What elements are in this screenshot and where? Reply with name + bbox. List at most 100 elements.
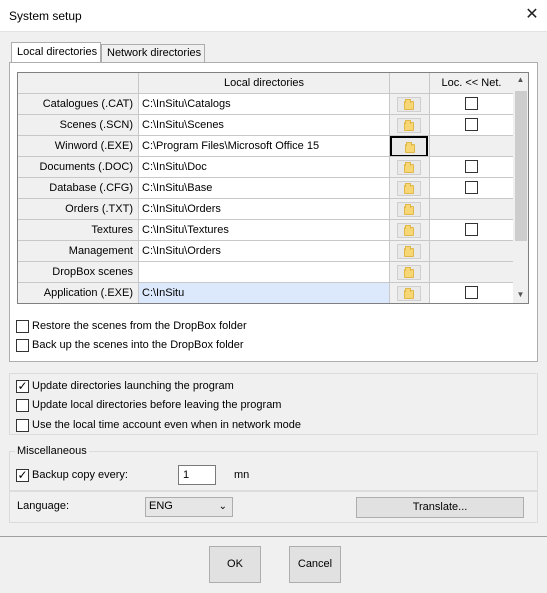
sync-checkbox[interactable]: [465, 118, 478, 131]
directory-path-cell[interactable]: C:\Program Files\Microsoft Office 15: [139, 136, 390, 157]
sync-cell: [430, 115, 514, 136]
sync-checkbox[interactable]: [465, 223, 478, 236]
sync-checkbox[interactable]: [465, 286, 478, 299]
chevron-down-icon: ⌄: [218, 501, 227, 512]
update-launch-checkbox[interactable]: ✓: [16, 380, 29, 393]
restore-dropbox-label: Restore the scenes from the DropBox fold…: [32, 320, 247, 332]
directory-path-cell[interactable]: C:\InSitu\Orders: [139, 199, 390, 220]
sync-cell: [430, 157, 514, 178]
directory-path-cell[interactable]: [139, 262, 390, 283]
row-label: DropBox scenes: [18, 262, 139, 283]
window-title: System setup: [9, 9, 82, 23]
scroll-up-icon[interactable]: ▲: [513, 75, 528, 84]
browse-folder-button[interactable]: [397, 202, 421, 217]
language-label: Language:: [17, 500, 69, 512]
browse-folder-button[interactable]: [397, 223, 421, 238]
local-time-label: Use the local time account even when in …: [32, 419, 302, 431]
sync-cell: [430, 136, 514, 157]
backup-copy-checkbox[interactable]: ✓: [16, 469, 29, 482]
directory-path-cell[interactable]: C:\InSitu\Textures: [139, 220, 390, 241]
check-icon: ✓: [17, 468, 28, 482]
row-label: Management: [18, 241, 139, 262]
directory-path-cell[interactable]: C:\InSitu\Scenes: [139, 115, 390, 136]
sync-checkbox[interactable]: [465, 160, 478, 173]
row-label: Application (.EXE): [18, 283, 139, 303]
backup-copy-label: Backup copy every:: [32, 469, 128, 481]
folder-icon: [404, 288, 414, 299]
backup-dropbox-label: Back up the scenes into the DropBox fold…: [32, 339, 244, 351]
browse-folder-button[interactable]: [390, 136, 428, 156]
browse-folder-cell: [390, 115, 430, 136]
title-bar: System setup ✕: [0, 0, 547, 32]
column-header-folder: [390, 73, 430, 94]
directory-path-cell[interactable]: C:\InSitu\Orders: [139, 241, 390, 262]
tab-local-directories[interactable]: Local directories: [11, 42, 101, 62]
folder-icon: [404, 162, 414, 173]
folder-icon: [404, 183, 414, 194]
local-time-checkbox[interactable]: [16, 419, 29, 432]
close-icon[interactable]: ✕: [520, 4, 544, 26]
folder-icon: [405, 142, 415, 153]
browse-folder-cell: [390, 262, 430, 283]
separator: [0, 536, 547, 537]
sync-cell: [430, 94, 514, 115]
translate-button[interactable]: Translate...: [356, 497, 524, 518]
browse-folder-button[interactable]: [397, 265, 421, 280]
sync-checkbox[interactable]: [465, 97, 478, 110]
directory-path-cell[interactable]: C:\InSitu\Catalogs: [139, 94, 390, 115]
sync-cell: [430, 178, 514, 199]
ok-button[interactable]: OK: [209, 546, 261, 583]
directory-path-cell[interactable]: C:\InSitu\Base: [139, 178, 390, 199]
folder-icon: [404, 225, 414, 236]
backup-dropbox-checkbox[interactable]: [16, 339, 29, 352]
directory-path-cell[interactable]: C:\InSitu\Doc: [139, 157, 390, 178]
browse-folder-cell: [390, 220, 430, 241]
grid-corner: [18, 73, 139, 94]
tab-local-directories-label: Local directories: [17, 46, 98, 58]
browse-folder-cell: [390, 136, 430, 157]
tab-network-directories-label: Network directories: [107, 47, 202, 59]
browse-folder-button[interactable]: [397, 97, 421, 112]
browse-folder-button[interactable]: [397, 181, 421, 196]
folder-icon: [404, 246, 414, 257]
row-label: Textures: [18, 220, 139, 241]
row-label: Winword (.EXE): [18, 136, 139, 157]
sync-cell: [430, 199, 514, 220]
folder-icon: [404, 120, 414, 131]
directories-grid: Local directories Loc. << Net. Catalogue…: [17, 72, 529, 304]
browse-folder-button[interactable]: [397, 118, 421, 133]
sync-cell: [430, 262, 514, 283]
sync-cell: [430, 283, 514, 303]
browse-folder-cell: [390, 157, 430, 178]
language-select[interactable]: ENG ⌄: [145, 497, 233, 517]
restore-dropbox-checkbox[interactable]: [16, 320, 29, 333]
miscellaneous-label: Miscellaneous: [15, 445, 89, 457]
cancel-button[interactable]: Cancel: [289, 546, 341, 583]
tab-network-directories[interactable]: Network directories: [101, 44, 205, 62]
update-leave-checkbox[interactable]: [16, 399, 29, 412]
browse-folder-cell: [390, 241, 430, 262]
browse-folder-button[interactable]: [397, 160, 421, 175]
sync-cell: [430, 241, 514, 262]
directory-path-cell[interactable]: C:\InSitu: [139, 283, 390, 303]
backup-interval-input[interactable]: 1: [178, 465, 216, 485]
row-label: Catalogues (.CAT): [18, 94, 139, 115]
grid-scrollbar-thumb[interactable]: [515, 91, 527, 241]
browse-folder-button[interactable]: [397, 244, 421, 259]
check-icon: ✓: [17, 379, 28, 393]
scroll-down-icon[interactable]: ▼: [513, 290, 528, 299]
row-label: Scenes (.SCN): [18, 115, 139, 136]
browse-folder-button[interactable]: [397, 286, 421, 301]
sync-checkbox[interactable]: [465, 181, 478, 194]
update-launch-label: Update directories launching the program: [32, 380, 234, 392]
backup-unit-label: mn: [234, 469, 250, 481]
row-label: Orders (.TXT): [18, 199, 139, 220]
update-leave-label: Update local directories before leaving …: [32, 399, 282, 411]
browse-folder-cell: [390, 178, 430, 199]
row-label: Documents (.DOC): [18, 157, 139, 178]
folder-icon: [404, 204, 414, 215]
browse-folder-cell: [390, 94, 430, 115]
sync-cell: [430, 220, 514, 241]
column-header-sync: Loc. << Net.: [430, 73, 514, 94]
browse-folder-cell: [390, 199, 430, 220]
